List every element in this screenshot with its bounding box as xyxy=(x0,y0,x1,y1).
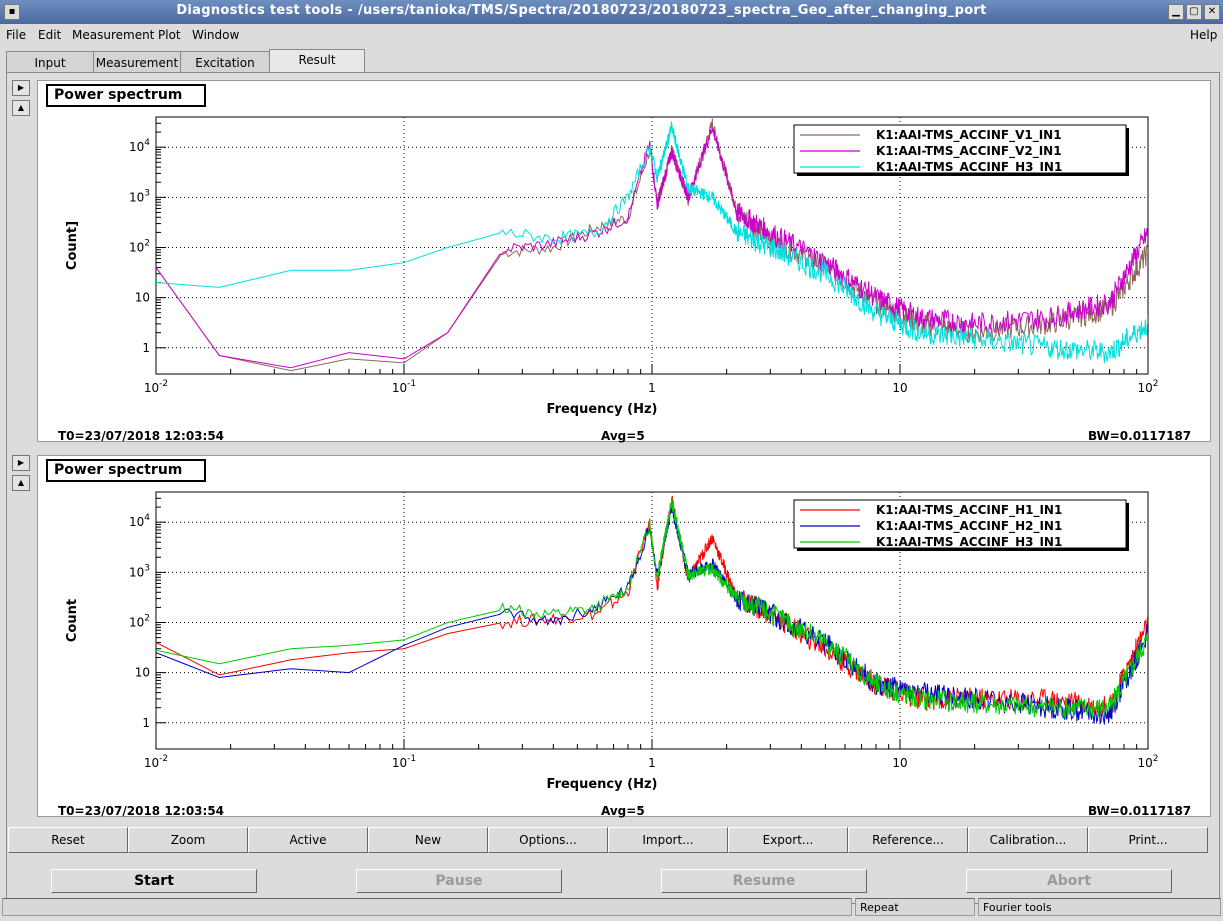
status-message xyxy=(2,898,852,916)
legend-entry: K1:AAI-TMS_ACCINF_H1_IN1 xyxy=(876,503,1062,518)
title-bar: ▪ Diagnostics test tools - /users/taniok… xyxy=(0,0,1223,24)
x-tick-label: 10 xyxy=(892,381,907,395)
print-button[interactable]: Print... xyxy=(1088,827,1208,853)
x-tick-label: 102 xyxy=(1137,379,1158,395)
y-tick-label: 102 xyxy=(129,613,150,629)
reset-button[interactable]: Reset xyxy=(8,827,128,853)
calibration-button[interactable]: Calibration... xyxy=(968,827,1088,853)
resume-button[interactable]: Resume xyxy=(661,869,867,893)
y-tick-label: 10 xyxy=(135,291,150,305)
menu-help[interactable]: Help xyxy=(1190,28,1217,42)
export-button[interactable]: Export... xyxy=(728,827,848,853)
close-icon[interactable]: ✕ xyxy=(1204,4,1220,20)
avg-label: Avg=5 xyxy=(601,429,645,443)
minimize-icon[interactable]: ▁ xyxy=(1168,4,1184,20)
panel2-expand-icon[interactable]: ▶ xyxy=(12,455,30,471)
plot-control-bar: Reset Zoom Active New Options... Import.… xyxy=(8,827,1210,853)
x-tick-label: 10-1 xyxy=(392,379,416,395)
t0-label: T0=23/07/2018 12:03:54 xyxy=(58,804,225,818)
x-tick-label: 1 xyxy=(648,756,656,770)
menu-window[interactable]: Window xyxy=(192,28,239,42)
y-tick-label: 10 xyxy=(135,666,150,680)
legend-entry: K1:AAI-TMS_ACCINF_H2_IN1 xyxy=(876,519,1062,534)
y-axis-label: Count xyxy=(65,599,80,642)
tab-result[interactable]: Result xyxy=(269,49,365,73)
tab-measurement[interactable]: Measurement xyxy=(93,51,181,72)
zoom-button[interactable]: Zoom xyxy=(128,827,248,853)
y-tick-label: 104 xyxy=(129,513,150,529)
panel1-collapse-icon[interactable]: ▲ xyxy=(12,100,30,116)
tab-excitation[interactable]: Excitation xyxy=(180,51,270,72)
avg-label: Avg=5 xyxy=(601,804,645,818)
y-tick-label: 103 xyxy=(129,188,150,204)
menu-edit[interactable]: Edit xyxy=(38,28,61,42)
status-mode: Fourier tools xyxy=(978,898,1221,916)
reference-button[interactable]: Reference... xyxy=(848,827,968,853)
y-tick-label: 103 xyxy=(129,563,150,579)
new-button[interactable]: New xyxy=(368,827,488,853)
active-button[interactable]: Active xyxy=(248,827,368,853)
x-axis-label: Frequency (Hz) xyxy=(547,402,658,417)
x-tick-label: 102 xyxy=(1137,754,1158,770)
y-tick-label: 1 xyxy=(142,341,150,355)
menu-bar: File Edit Measurement Plot Window Help xyxy=(0,25,1223,47)
legend-entry: K1:AAI-TMS_ACCINF_H3_IN1 xyxy=(876,160,1062,175)
x-tick-label: 1 xyxy=(648,381,656,395)
x-tick-label: 10-1 xyxy=(392,754,416,770)
import-button[interactable]: Import... xyxy=(608,827,728,853)
start-button[interactable]: Start xyxy=(51,869,257,893)
spectrum-chart-top[interactable]: 10-2 10-1 1 10 102 1 10 102 103 104 Frequency (Hz)… xyxy=(38,81,1210,426)
bw-label: BW=0.0117187 xyxy=(1088,429,1192,443)
legend-entry: K1:AAI-TMS_ACCINF_V2_IN1 xyxy=(876,144,1062,159)
options-button[interactable]: Options... xyxy=(488,827,608,853)
y-tick-label: 102 xyxy=(129,238,150,254)
maximize-icon[interactable]: ▢ xyxy=(1186,4,1202,20)
panel2-collapse-icon[interactable]: ▲ xyxy=(12,475,30,491)
menu-plot[interactable]: Plot xyxy=(158,28,181,42)
legend-entry: K1:AAI-TMS_ACCINF_H3_IN1 xyxy=(876,535,1062,550)
y-tick-label: 104 xyxy=(129,138,150,154)
pause-button[interactable]: Pause xyxy=(356,869,562,893)
menu-measurement[interactable]: Measurement xyxy=(72,28,154,42)
status-repeat: Repeat xyxy=(855,898,975,916)
panel1-expand-icon[interactable]: ▶ xyxy=(12,80,30,96)
menu-file[interactable]: File xyxy=(6,28,26,42)
t0-label: T0=23/07/2018 12:03:54 xyxy=(58,429,225,443)
window-title: Diagnostics test tools - /users/tanioka/… xyxy=(176,3,987,18)
abort-button[interactable]: Abort xyxy=(966,869,1172,893)
tab-input[interactable]: Input xyxy=(6,51,94,72)
y-axis-label: Count] xyxy=(65,221,80,270)
bw-label: BW=0.0117187 xyxy=(1088,804,1192,818)
plot-panel-top[interactable]: Power spectrum 10-2 10-1 1 10 102 1 10 102 103 10… xyxy=(37,80,1211,443)
x-tick-label: 10 xyxy=(892,756,907,770)
plot-panel-bottom[interactable]: Power spectrum 10-2 10-1 1 10 102 1 10 102 103 10… xyxy=(37,455,1211,818)
x-axis-label: Frequency (Hz) xyxy=(547,777,658,792)
legend-entry: K1:AAI-TMS_ACCINF_V1_IN1 xyxy=(876,128,1062,143)
x-tick-label: 10-2 xyxy=(144,754,168,770)
x-tick-label: 10-2 xyxy=(144,379,168,395)
y-tick-label: 1 xyxy=(142,716,150,730)
spectrum-chart-bottom[interactable]: 10-2 10-1 1 10 102 1 10 102 103 104 Frequency (Hz)… xyxy=(38,456,1210,801)
